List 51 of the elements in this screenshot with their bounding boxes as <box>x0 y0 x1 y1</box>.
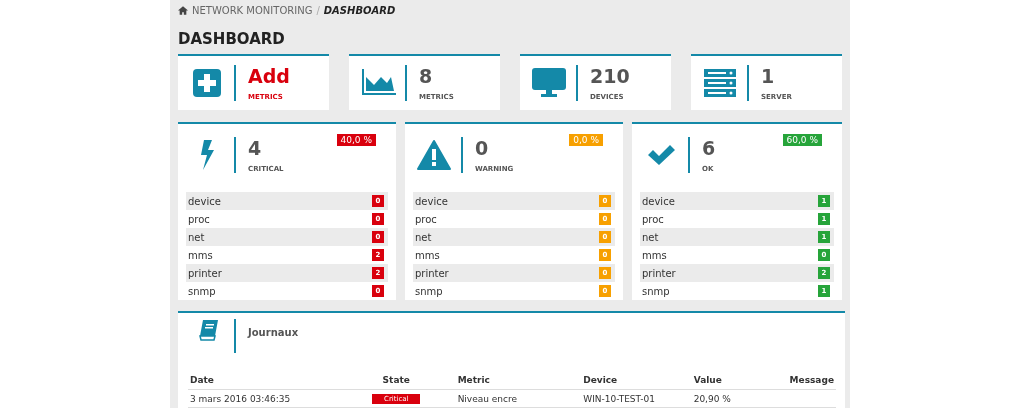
percent-badge: 60,0 % <box>782 134 822 146</box>
lightning-icon <box>199 140 215 170</box>
home-icon <box>178 5 188 15</box>
table-cell: 20,90 % <box>691 389 788 408</box>
stat-value: Add <box>248 65 290 87</box>
stat-value: 210 <box>590 65 630 87</box>
page-title: DASHBOARD <box>178 30 286 48</box>
status-count: 6 <box>701 137 716 159</box>
metric-name: snmp <box>188 285 216 297</box>
breadcrumb-separator: / <box>316 4 320 16</box>
column-header: Device <box>581 371 692 390</box>
status-count: 0 <box>474 137 490 159</box>
table-cell: WIN-10-TEST-01 <box>581 389 692 408</box>
table-cell: 3 mars 2016 03:46:35 <box>188 389 337 408</box>
server-icon <box>704 69 736 97</box>
metric-name: device <box>414 195 448 207</box>
book-icon <box>198 319 220 341</box>
metric-name: snmp <box>414 285 443 297</box>
metric-name: snmp <box>641 285 670 297</box>
metric-name: printer <box>641 267 676 279</box>
metric-name: net <box>641 231 659 243</box>
column-header: Metric <box>455 371 582 390</box>
warning-icon <box>416 140 451 170</box>
breadcrumb-link[interactable]: DASHBOARD <box>323 4 396 16</box>
metric-name: device <box>641 195 675 207</box>
table-cell: Niveau encre <box>455 389 582 408</box>
metric-name: proc <box>641 213 664 225</box>
metric-name: net <box>188 231 205 243</box>
metric-name: proc <box>188 213 210 225</box>
metric-name: device <box>188 195 221 207</box>
percent-badge: 40,0 % <box>336 134 376 146</box>
metric-name: mms <box>641 249 667 261</box>
column-header: Date <box>188 371 337 390</box>
metric-name: printer <box>188 267 222 279</box>
metric-name: mms <box>188 249 213 261</box>
stat-value: 1 <box>761 65 776 87</box>
column-header: State <box>336 371 456 390</box>
breadcrumb-link[interactable]: NETWORK MONITORING <box>192 4 313 16</box>
percent-badge: 0,0 % <box>569 134 603 146</box>
monitor-icon <box>532 68 566 98</box>
metric-name: proc <box>414 213 437 225</box>
stat-value: 8 <box>419 65 434 87</box>
metric-name: net <box>414 231 432 243</box>
panel-title: Journaux <box>248 327 299 338</box>
column-header: Message <box>787 371 836 390</box>
metric-name: printer <box>414 267 449 279</box>
area-chart-icon <box>360 69 396 97</box>
column-header: Value <box>691 371 788 390</box>
status-count: 4 <box>248 137 263 159</box>
plus-icon <box>193 69 221 97</box>
metric-name: mms <box>414 249 440 261</box>
